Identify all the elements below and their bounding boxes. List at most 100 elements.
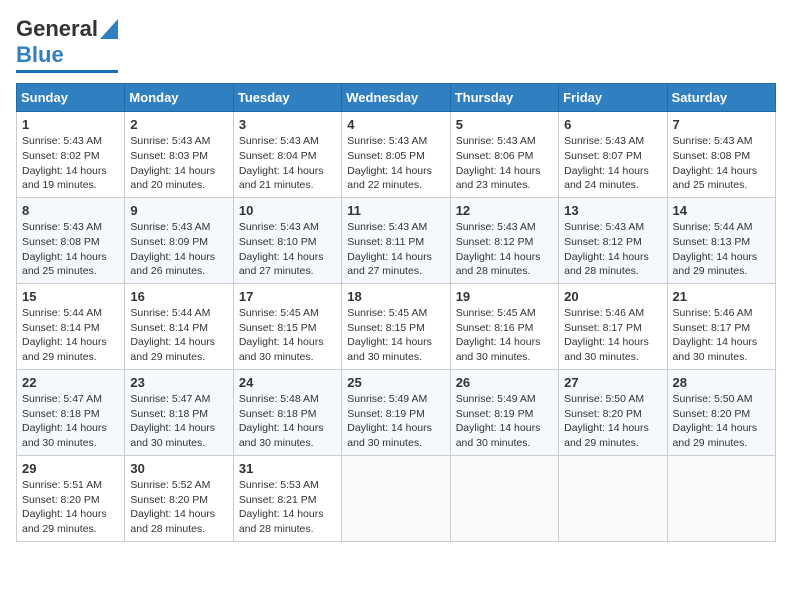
day-info-line: Daylight: 14 hours <box>239 507 336 522</box>
calendar-table: SundayMondayTuesdayWednesdayThursdayFrid… <box>16 83 776 542</box>
day-info-line: Sunset: 8:14 PM <box>130 321 227 336</box>
day-info-line: Sunrise: 5:52 AM <box>130 478 227 493</box>
calendar-cell: 3Sunrise: 5:43 AMSunset: 8:04 PMDaylight… <box>233 112 341 198</box>
day-info-line: Sunset: 8:13 PM <box>673 235 770 250</box>
day-number: 20 <box>564 288 661 306</box>
day-number: 28 <box>673 374 770 392</box>
calendar-cell: 8Sunrise: 5:43 AMSunset: 8:08 PMDaylight… <box>17 197 125 283</box>
calendar-cell: 13Sunrise: 5:43 AMSunset: 8:12 PMDayligh… <box>559 197 667 283</box>
day-info-line: and 30 minutes. <box>456 436 553 451</box>
day-number: 29 <box>22 460 119 478</box>
day-info-line: Sunset: 8:19 PM <box>347 407 444 422</box>
day-info-line: Daylight: 14 hours <box>564 335 661 350</box>
day-number: 8 <box>22 202 119 220</box>
calendar-cell: 18Sunrise: 5:45 AMSunset: 8:15 PMDayligh… <box>342 283 450 369</box>
day-info-line: Sunset: 8:08 PM <box>673 149 770 164</box>
day-number: 15 <box>22 288 119 306</box>
logo-underline <box>16 70 118 73</box>
header-tuesday: Tuesday <box>233 84 341 112</box>
day-info-line: Sunrise: 5:43 AM <box>239 134 336 149</box>
day-info-line: Daylight: 14 hours <box>130 250 227 265</box>
day-number: 31 <box>239 460 336 478</box>
day-info-line: Daylight: 14 hours <box>130 164 227 179</box>
header-thursday: Thursday <box>450 84 558 112</box>
calendar-cell: 17Sunrise: 5:45 AMSunset: 8:15 PMDayligh… <box>233 283 341 369</box>
day-info-line: Daylight: 14 hours <box>22 164 119 179</box>
day-info-line: Sunrise: 5:49 AM <box>456 392 553 407</box>
day-info-line: Sunset: 8:03 PM <box>130 149 227 164</box>
day-info-line: Sunset: 8:06 PM <box>456 149 553 164</box>
day-info-line: Sunrise: 5:43 AM <box>564 220 661 235</box>
calendar-cell: 30Sunrise: 5:52 AMSunset: 8:20 PMDayligh… <box>125 455 233 541</box>
calendar-cell: 16Sunrise: 5:44 AMSunset: 8:14 PMDayligh… <box>125 283 233 369</box>
week-row-3: 15Sunrise: 5:44 AMSunset: 8:14 PMDayligh… <box>17 283 776 369</box>
day-info-line: Sunset: 8:12 PM <box>456 235 553 250</box>
day-info-line: and 29 minutes. <box>22 350 119 365</box>
day-info-line: and 27 minutes. <box>347 264 444 279</box>
day-info-line: Sunset: 8:14 PM <box>22 321 119 336</box>
calendar-cell: 20Sunrise: 5:46 AMSunset: 8:17 PMDayligh… <box>559 283 667 369</box>
day-number: 18 <box>347 288 444 306</box>
day-number: 27 <box>564 374 661 392</box>
day-info-line: and 30 minutes. <box>347 436 444 451</box>
day-info-line: and 30 minutes. <box>564 350 661 365</box>
day-info-line: and 25 minutes. <box>22 264 119 279</box>
day-info-line: Sunset: 8:12 PM <box>564 235 661 250</box>
day-info-line: Daylight: 14 hours <box>22 250 119 265</box>
day-info-line: and 30 minutes. <box>347 350 444 365</box>
day-info-line: Sunset: 8:20 PM <box>130 493 227 508</box>
day-info-line: Sunrise: 5:43 AM <box>130 220 227 235</box>
day-info-line: Sunset: 8:18 PM <box>130 407 227 422</box>
day-info-line: and 22 minutes. <box>347 178 444 193</box>
day-number: 17 <box>239 288 336 306</box>
calendar-cell: 31Sunrise: 5:53 AMSunset: 8:21 PMDayligh… <box>233 455 341 541</box>
day-number: 12 <box>456 202 553 220</box>
calendar-cell: 25Sunrise: 5:49 AMSunset: 8:19 PMDayligh… <box>342 369 450 455</box>
calendar-cell: 11Sunrise: 5:43 AMSunset: 8:11 PMDayligh… <box>342 197 450 283</box>
day-info-line: and 30 minutes. <box>239 436 336 451</box>
calendar-cell <box>342 455 450 541</box>
day-info-line: and 23 minutes. <box>456 178 553 193</box>
day-number: 23 <box>130 374 227 392</box>
day-info-line: Daylight: 14 hours <box>673 421 770 436</box>
calendar-cell: 4Sunrise: 5:43 AMSunset: 8:05 PMDaylight… <box>342 112 450 198</box>
day-info-line: Sunset: 8:05 PM <box>347 149 444 164</box>
day-info-line: Sunset: 8:19 PM <box>456 407 553 422</box>
day-info-line: Daylight: 14 hours <box>456 335 553 350</box>
header-sunday: Sunday <box>17 84 125 112</box>
calendar-cell: 28Sunrise: 5:50 AMSunset: 8:20 PMDayligh… <box>667 369 775 455</box>
day-info-line: Sunset: 8:20 PM <box>673 407 770 422</box>
day-info-line: Sunset: 8:15 PM <box>239 321 336 336</box>
day-number: 16 <box>130 288 227 306</box>
day-info-line: Sunrise: 5:46 AM <box>673 306 770 321</box>
calendar-cell: 22Sunrise: 5:47 AMSunset: 8:18 PMDayligh… <box>17 369 125 455</box>
day-number: 3 <box>239 116 336 134</box>
logo-general: General <box>16 16 98 42</box>
day-info-line: Sunrise: 5:43 AM <box>22 220 119 235</box>
day-info-line: Sunrise: 5:44 AM <box>22 306 119 321</box>
calendar-cell: 10Sunrise: 5:43 AMSunset: 8:10 PMDayligh… <box>233 197 341 283</box>
calendar-cell <box>450 455 558 541</box>
calendar-cell: 9Sunrise: 5:43 AMSunset: 8:09 PMDaylight… <box>125 197 233 283</box>
day-info-line: Daylight: 14 hours <box>130 335 227 350</box>
day-info-line: Sunset: 8:11 PM <box>347 235 444 250</box>
day-info-line: Daylight: 14 hours <box>347 164 444 179</box>
day-number: 5 <box>456 116 553 134</box>
day-info-line: and 29 minutes. <box>130 350 227 365</box>
calendar-cell: 26Sunrise: 5:49 AMSunset: 8:19 PMDayligh… <box>450 369 558 455</box>
day-info-line: Daylight: 14 hours <box>347 421 444 436</box>
logo-arrow-icon <box>100 19 118 39</box>
calendar-cell: 12Sunrise: 5:43 AMSunset: 8:12 PMDayligh… <box>450 197 558 283</box>
day-info-line: Sunrise: 5:44 AM <box>130 306 227 321</box>
day-info-line: Sunrise: 5:43 AM <box>22 134 119 149</box>
calendar-cell: 21Sunrise: 5:46 AMSunset: 8:17 PMDayligh… <box>667 283 775 369</box>
calendar-cell: 2Sunrise: 5:43 AMSunset: 8:03 PMDaylight… <box>125 112 233 198</box>
header-wednesday: Wednesday <box>342 84 450 112</box>
week-row-1: 1Sunrise: 5:43 AMSunset: 8:02 PMDaylight… <box>17 112 776 198</box>
calendar-cell: 5Sunrise: 5:43 AMSunset: 8:06 PMDaylight… <box>450 112 558 198</box>
day-info-line: Sunset: 8:17 PM <box>673 321 770 336</box>
day-info-line: Sunset: 8:18 PM <box>239 407 336 422</box>
logo-blue: Blue <box>16 42 64 68</box>
day-info-line: Sunrise: 5:47 AM <box>22 392 119 407</box>
day-info-line: Daylight: 14 hours <box>456 250 553 265</box>
